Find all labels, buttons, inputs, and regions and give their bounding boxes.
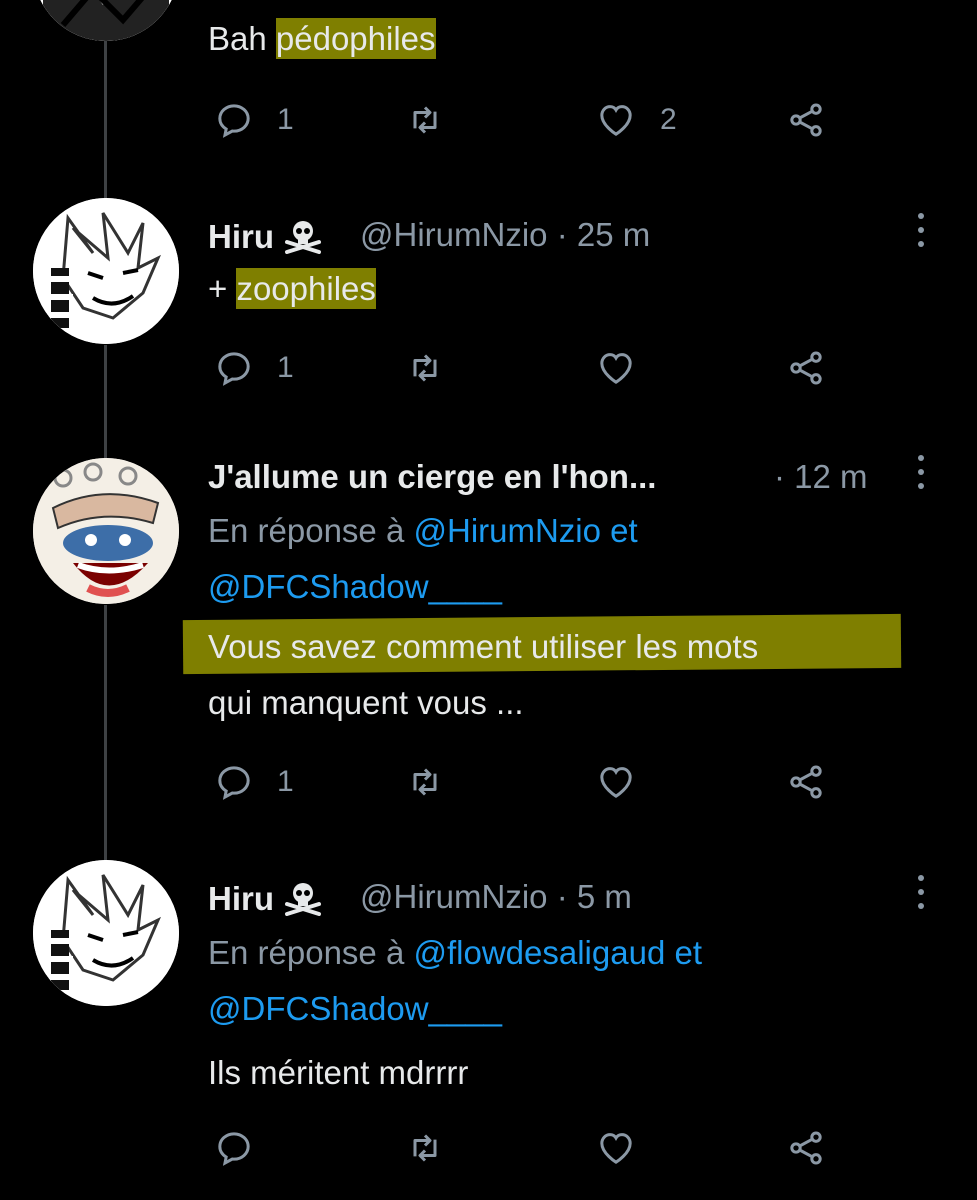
- avatar[interactable]: [33, 458, 179, 604]
- more-vertical-icon[interactable]: [914, 452, 928, 492]
- avatar[interactable]: [33, 860, 179, 1006]
- and-connector: et: [665, 934, 703, 971]
- display-name-text: Hiru: [208, 218, 274, 255]
- display-name-text: Hiru: [208, 880, 274, 917]
- tweet-text-line: qui manquent vous ...: [208, 684, 524, 721]
- mention-link[interactable]: @HirumNzio: [413, 512, 601, 549]
- reply-bubble-icon[interactable]: [214, 348, 254, 388]
- heart-icon[interactable]: [596, 348, 636, 388]
- tweet-text: Ils méritent mdrrrr: [208, 1054, 469, 1091]
- replying-to: En réponse à @flowdesaligaud et: [208, 934, 702, 972]
- share-icon[interactable]: [786, 762, 826, 802]
- reply-bubble-icon[interactable]: [214, 762, 254, 802]
- display-name[interactable]: J'allume un cierge en l'hon...: [208, 458, 656, 496]
- display-name-text: J'allume un cierge en l'hon...: [208, 458, 657, 495]
- replying-to: En réponse à @HirumNzio et: [208, 512, 638, 550]
- reply-bubble-icon[interactable]: [214, 100, 254, 140]
- handle-text: @HirumNzio: [360, 216, 548, 253]
- mention-link[interactable]: @DFCShadow____: [208, 568, 502, 605]
- thread-line: [104, 605, 107, 860]
- tweet-text-prefix: Bah: [208, 20, 276, 57]
- timestamp[interactable]: · 5 m: [557, 878, 632, 915]
- replying-to-line2: @DFCShadow____: [208, 990, 502, 1028]
- handle[interactable]: @HirumNzio · 5 m: [360, 878, 632, 916]
- tweet-text: Bah pédophiles: [208, 18, 436, 59]
- and-connector: et: [601, 512, 638, 549]
- highlighted-word: pédophiles: [275, 18, 436, 59]
- avatar[interactable]: [33, 0, 179, 41]
- timestamp[interactable]: · 25 m: [557, 216, 651, 253]
- heart-icon[interactable]: [596, 1128, 636, 1168]
- retweet-icon[interactable]: [405, 1128, 445, 1168]
- display-name[interactable]: Hiru: [208, 216, 323, 262]
- retweet-icon[interactable]: [405, 100, 445, 140]
- tweet-text: + zoophiles: [208, 268, 376, 309]
- reply-count: 1: [277, 103, 294, 136]
- share-icon[interactable]: [786, 348, 826, 388]
- retweet-icon[interactable]: [405, 348, 445, 388]
- more-vertical-icon[interactable]: [914, 210, 928, 250]
- replying-to-label: En réponse à: [208, 512, 414, 549]
- handle[interactable]: @HirumNzio · 25 m: [360, 216, 650, 254]
- reply-bubble-icon[interactable]: [214, 1128, 254, 1168]
- thread-line: [104, 345, 107, 460]
- heart-icon[interactable]: [596, 762, 636, 802]
- mention-link[interactable]: @DFCShadow____: [208, 990, 502, 1027]
- replying-to-label: En réponse à: [208, 934, 414, 971]
- highlighted-word: zoophiles: [236, 268, 376, 309]
- skull-crossbones-emoji: [283, 878, 323, 924]
- display-name[interactable]: Hiru: [208, 878, 323, 924]
- handle-text: @HirumNzio: [360, 878, 548, 915]
- skull-crossbones-emoji: [283, 216, 323, 262]
- more-vertical-icon[interactable]: [914, 872, 928, 912]
- reply-count: 1: [277, 765, 294, 798]
- replying-to-line2: @DFCShadow____: [208, 568, 502, 606]
- tweet-text-line: Vous savez comment utiliser les mots: [208, 628, 759, 665]
- timestamp[interactable]: · 12 m: [774, 458, 868, 496]
- like-count: 2: [660, 103, 677, 136]
- tweet-text-prefix: +: [208, 270, 237, 307]
- share-icon[interactable]: [786, 1128, 826, 1168]
- retweet-icon[interactable]: [405, 762, 445, 802]
- heart-icon[interactable]: [596, 100, 636, 140]
- share-icon[interactable]: [786, 100, 826, 140]
- avatar[interactable]: [33, 198, 179, 344]
- thread-line: [104, 40, 107, 200]
- mention-link[interactable]: @flowdesaligaud: [413, 934, 665, 971]
- reply-count: 1: [277, 351, 294, 384]
